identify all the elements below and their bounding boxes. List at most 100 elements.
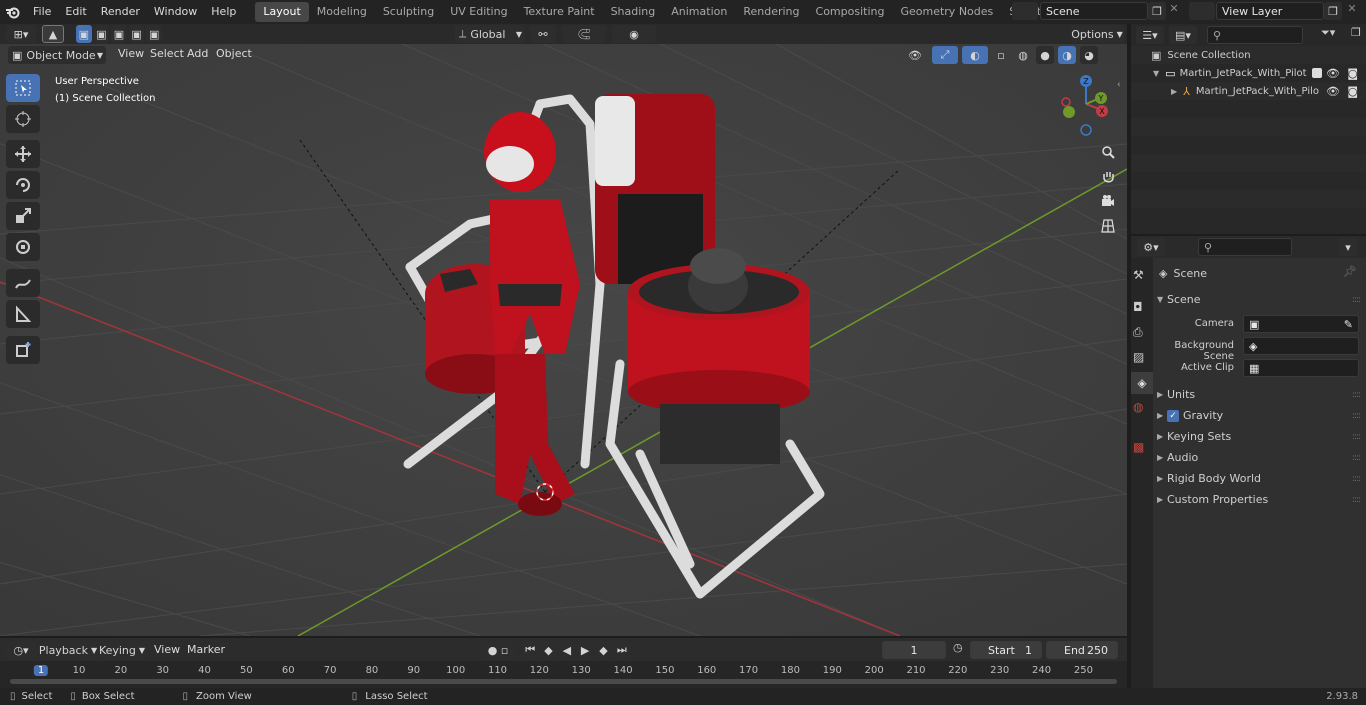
next-keyframe-icon[interactable]: ◆ [595,641,612,659]
shading-material-icon[interactable]: ◑ [1058,46,1076,64]
tab-geometry-nodes[interactable]: Geometry Nodes [892,2,1001,22]
texture-tab-icon[interactable]: ▩ [1133,440,1144,454]
units-panel[interactable]: ▶ Units:::: [1157,384,1366,405]
keying-dropdown[interactable]: Keying ▼ [98,641,146,659]
auto-keying-icon[interactable]: ● ▫ [481,641,515,659]
snapping-icon[interactable]: 🧲︎ [562,25,606,43]
keying-sets-panel[interactable]: ▶ Keying Sets:::: [1157,426,1366,447]
view-layer-tab-icon[interactable]: ▨ [1133,350,1144,364]
measure-tool[interactable] [6,300,40,328]
camera-render-icon[interactable]: ◙ [1347,67,1358,80]
select-mode-icon[interactable]: ▲ [42,25,64,43]
eye-icon[interactable]: 👁︎ [1326,85,1340,98]
tab-rendering[interactable]: Rendering [735,2,807,22]
background-scene-field[interactable]: ◈ [1243,337,1359,355]
select-subtract-icon[interactable]: ▣ [111,25,127,43]
drag-handle-icon[interactable]: :::: [1352,390,1361,400]
eyedropper-icon[interactable]: ✎ [1344,318,1353,331]
overlay-toggle-icon[interactable]: ◐ [962,46,988,64]
cursor-tool[interactable] [6,105,40,133]
tab-texture-paint[interactable]: Texture Paint [516,2,603,22]
tool-tab-icon[interactable]: ⚒ [1133,268,1144,282]
prev-keyframe-icon[interactable]: ◆ [540,641,557,659]
outliner-row-object[interactable]: ▶ ⅄ Martin_JetPack_With_Pilo 👁︎ ◙ [1131,82,1366,100]
camera-render-icon[interactable]: ◙ [1347,85,1358,98]
tab-sculpting[interactable]: Sculpting [375,2,442,22]
menu-render[interactable]: Render [94,0,147,24]
world-tab-icon[interactable]: ◍ [1133,400,1143,414]
navigation-gizmo[interactable]: Z X Y [1058,72,1114,138]
rotate-tool[interactable] [6,171,40,199]
expand-arrow-icon[interactable]: ▶ [1171,87,1177,96]
properties-options-icon[interactable]: ▾ [1338,238,1358,256]
close-view-layer-icon[interactable]: ✕ [1344,2,1360,15]
shading-wireframe-icon[interactable]: ◍ [1014,46,1032,64]
outliner-display-mode-icon[interactable]: ▤▾ [1169,26,1197,44]
menu-help[interactable]: Help [204,0,243,24]
output-tab-icon[interactable]: ⎙ [1133,325,1143,340]
pivot-point-icon[interactable]: ⚯ [530,25,556,43]
viewport-menu-object[interactable]: Object [209,44,259,64]
menu-window[interactable]: Window [147,0,204,24]
drag-handle-icon[interactable]: :::: [1352,453,1361,463]
drag-handle-icon[interactable]: :::: [1352,411,1361,421]
new-collection-icon[interactable]: ❐ [1351,26,1361,39]
timeline-editor-type-icon[interactable]: ◷▾ [6,641,36,659]
3d-viewport[interactable] [0,24,1127,636]
drag-handle-icon[interactable]: :::: [1352,474,1361,484]
gizmo-neg-y-dot[interactable] [1063,106,1075,118]
sidebar-toggle-icon[interactable]: ‹ [1117,80,1121,90]
timeline-area[interactable]: 1 10 20 30 40 50 60 70 80 90 100 110 120 130 140 150 160… [0,661,1127,688]
zoom-view-icon[interactable] [1097,141,1119,163]
transform-tool[interactable] [6,233,40,261]
scene-selector-icon[interactable] [1012,2,1038,20]
proportional-editing-icon[interactable]: ◉ [612,25,656,43]
camera-field[interactable]: ▣ ✎ [1243,315,1359,333]
drag-handle-icon[interactable]: :::: [1352,432,1361,442]
audio-panel[interactable]: ▶ Audio:::: [1157,447,1366,468]
view-layer-field[interactable]: View Layer [1216,2,1324,20]
start-frame-field[interactable]: Start 1 [970,641,1042,659]
outliner-editor-type-icon[interactable]: ☰▾ [1136,26,1164,44]
new-view-layer-icon[interactable]: ❐ [1324,2,1342,20]
options-dropdown[interactable]: Options ▼ [1070,25,1124,43]
jump-end-icon[interactable]: ⏭ [613,641,630,659]
close-scene-icon[interactable]: ✕ [1166,2,1182,15]
properties-search-input[interactable]: ⚲ [1198,238,1292,256]
eye-icon[interactable]: 👁︎ [1326,67,1340,80]
shading-rendered-icon[interactable]: ◕ [1080,46,1098,64]
shading-solid-icon[interactable]: ● [1036,46,1054,64]
tab-animation[interactable]: Animation [663,2,735,22]
custom-properties-panel[interactable]: ▶ Custom Properties:::: [1157,489,1366,510]
perspective-toggle-icon[interactable] [1097,215,1119,237]
outliner-search-input[interactable]: ⚲ [1207,26,1303,44]
add-cube-tool[interactable] [6,336,40,364]
end-frame-field[interactable]: End 250 [1046,641,1118,659]
scene-tab-icon[interactable]: ◈ [1131,372,1153,394]
select-box-tool[interactable] [6,74,40,102]
tab-compositing[interactable]: Compositing [808,2,893,22]
camera-view-icon[interactable] [1097,190,1119,212]
outliner-row-scene-collection[interactable]: ▣ Scene Collection [1131,46,1366,64]
exclude-checkbox[interactable] [1312,68,1322,78]
timeline-menu-marker[interactable]: Marker [180,638,232,661]
tab-uv-editing[interactable]: UV Editing [442,2,515,22]
tab-shading[interactable]: Shading [603,2,664,22]
select-intersect-icon[interactable]: ▣ [146,25,162,43]
pan-view-icon[interactable] [1097,166,1119,188]
transform-orientation-dropdown[interactable]: ⟂ Global ▼ [455,25,525,43]
outliner-row-collection[interactable]: ▼ ▭ Martin_JetPack_With_Pilot 👁︎ ◙ [1131,64,1366,82]
gravity-checkbox[interactable]: ✓ [1167,409,1179,422]
expand-arrow-icon[interactable]: ▼ [1153,69,1159,78]
active-clip-field[interactable]: ▦ [1243,359,1359,377]
properties-editor-type-icon[interactable]: ⚙▾ [1137,238,1165,256]
mode-dropdown[interactable]: ▣ Object Mode ▼ [8,46,106,64]
view-layer-selector-icon[interactable] [1189,2,1215,20]
pin-icon[interactable]: 📌︎ [1343,265,1357,278]
current-frame-field[interactable]: 1 [882,641,946,659]
gizmo-toggle-icon[interactable]: ⤢ [932,46,958,64]
editor-type-icon[interactable]: ⊞▾ [6,25,36,43]
menu-file[interactable]: File [26,0,58,24]
scene-field[interactable]: Scene [1040,2,1148,20]
move-tool[interactable] [6,140,40,168]
